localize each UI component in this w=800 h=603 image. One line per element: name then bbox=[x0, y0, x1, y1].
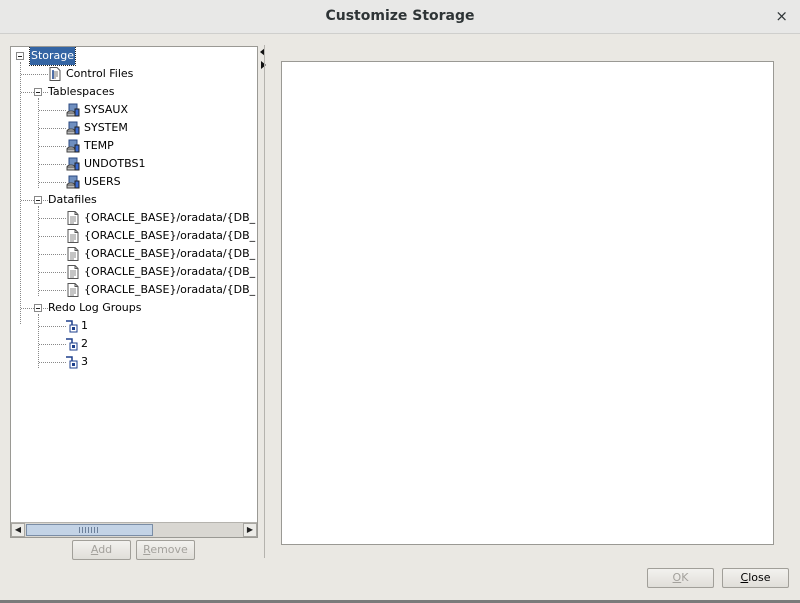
tree-item-redo-group-3[interactable]: 3 bbox=[81, 353, 88, 371]
datafile-icon bbox=[67, 229, 79, 243]
tree-connector bbox=[39, 164, 66, 165]
collapse-tablespaces-icon[interactable] bbox=[34, 88, 42, 96]
add-button[interactable]: Add bbox=[72, 540, 131, 560]
tree-item-datafile[interactable]: {ORACLE_BASE}/oradata/{DB_ bbox=[84, 281, 255, 299]
tree-connector bbox=[39, 236, 66, 237]
tree-item-datafile[interactable]: {ORACLE_BASE}/oradata/{DB_ bbox=[84, 227, 255, 245]
tree-node-label: Storage bbox=[28, 47, 77, 66]
tree-item-users[interactable]: USERS bbox=[84, 173, 121, 191]
datafile-icon bbox=[67, 211, 79, 225]
tree-connector bbox=[38, 314, 39, 368]
tree-root-storage[interactable]: Storage bbox=[28, 47, 77, 66]
tablespace-icon bbox=[66, 121, 80, 135]
close-window-icon[interactable]: × bbox=[775, 7, 788, 25]
details-panel bbox=[281, 61, 774, 545]
tablespace-icon bbox=[66, 175, 80, 189]
redo-log-group-icon bbox=[66, 338, 78, 351]
scroll-left-icon[interactable]: ◀ bbox=[11, 523, 25, 537]
tree-item-undotbs1[interactable]: UNDOTBS1 bbox=[84, 155, 145, 173]
tablespace-icon bbox=[66, 157, 80, 171]
datafile-icon bbox=[67, 265, 79, 279]
panel-divider[interactable] bbox=[264, 45, 265, 558]
scroll-right-icon[interactable]: ▶ bbox=[243, 523, 257, 537]
collapse-datafiles-icon[interactable] bbox=[34, 196, 42, 204]
tree-item-sysaux[interactable]: SYSAUX bbox=[84, 101, 128, 119]
tree-connector bbox=[39, 272, 66, 273]
tree-connector bbox=[38, 98, 39, 188]
tree-item-control-files[interactable]: Control Files bbox=[66, 65, 133, 83]
close-button[interactable]: Close bbox=[722, 568, 789, 588]
storage-tree-panel: Storage Control Files Tablespaces SYSAUX… bbox=[10, 46, 258, 538]
scrollbar-thumb[interactable] bbox=[26, 524, 153, 536]
tree-connector bbox=[39, 110, 66, 111]
tree-connector bbox=[39, 254, 66, 255]
tree-item-datafiles[interactable]: Datafiles bbox=[48, 191, 97, 209]
tree-item-temp[interactable]: TEMP bbox=[84, 137, 114, 155]
collapse-storage-icon[interactable] bbox=[16, 52, 24, 60]
tree-connector bbox=[39, 344, 66, 345]
tree-connector bbox=[39, 128, 66, 129]
tree-item-datafile[interactable]: {ORACLE_BASE}/oradata/{DB_ bbox=[84, 209, 255, 227]
tree-item-datafile[interactable]: {ORACLE_BASE}/oradata/{DB_ bbox=[84, 263, 255, 281]
tree-connector bbox=[39, 182, 66, 183]
remove-button[interactable]: Remove bbox=[136, 540, 195, 560]
window-title: Customize Storage bbox=[325, 8, 475, 24]
tree-item-redo-group-2[interactable]: 2 bbox=[81, 335, 88, 353]
ok-button[interactable]: OK bbox=[647, 568, 714, 588]
tree-connector bbox=[39, 146, 66, 147]
datafile-icon bbox=[67, 283, 79, 297]
tree-connector bbox=[39, 326, 66, 327]
splitter-collapse-icon[interactable] bbox=[259, 47, 267, 71]
collapse-redo-log-groups-icon[interactable] bbox=[34, 304, 42, 312]
tree-connector bbox=[39, 362, 66, 363]
storage-tree: Storage Control Files Tablespaces SYSAUX… bbox=[11, 47, 257, 523]
tree-connector bbox=[20, 62, 21, 324]
redo-log-group-icon bbox=[66, 356, 78, 369]
tree-item-tablespaces[interactable]: Tablespaces bbox=[48, 83, 114, 101]
tree-connector bbox=[38, 206, 39, 296]
tree-connector bbox=[39, 218, 66, 219]
tree-connector bbox=[21, 74, 48, 75]
tree-horizontal-scrollbar[interactable]: ◀ ▶ bbox=[11, 522, 257, 537]
datafile-icon bbox=[67, 247, 79, 261]
title-bar: Customize Storage × bbox=[0, 0, 800, 34]
tree-item-datafile[interactable]: {ORACLE_BASE}/oradata/{DB_ bbox=[84, 245, 255, 263]
tablespace-icon bbox=[66, 139, 80, 153]
tree-item-system[interactable]: SYSTEM bbox=[84, 119, 128, 137]
tree-connector bbox=[39, 290, 66, 291]
redo-log-group-icon bbox=[66, 320, 78, 333]
tree-item-redo-group-1[interactable]: 1 bbox=[81, 317, 88, 335]
tablespace-icon bbox=[66, 103, 80, 117]
dialog-body: Storage Control Files Tablespaces SYSAUX… bbox=[0, 35, 800, 600]
control-file-icon bbox=[49, 67, 61, 81]
scrollbar-grip-icon bbox=[79, 527, 99, 533]
tree-item-redo-log-groups[interactable]: Redo Log Groups bbox=[48, 299, 142, 317]
